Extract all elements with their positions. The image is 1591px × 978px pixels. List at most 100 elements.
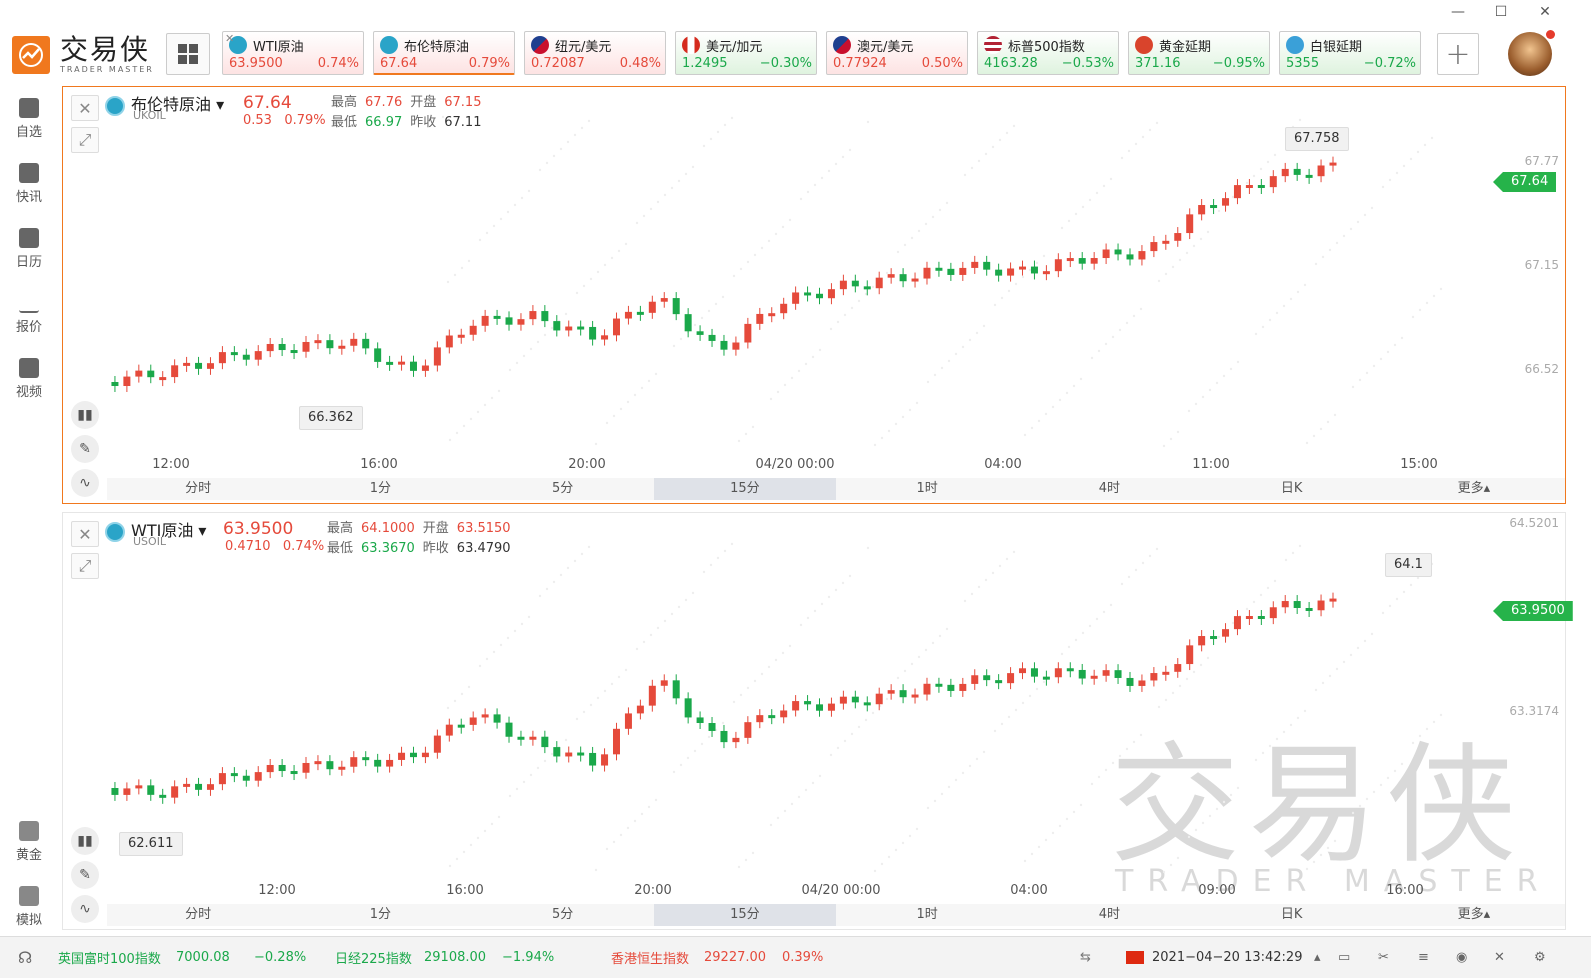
candle-body	[386, 361, 394, 365]
change: 0.53 0.79%	[243, 113, 326, 128]
settings-icon[interactable]: ⚙	[1534, 950, 1546, 965]
mute-icon[interactable]: ✕	[1494, 950, 1505, 965]
candle-body	[445, 724, 453, 736]
candle-body	[935, 683, 943, 687]
ticker-gold[interactable]: 黄金延期 371.16 −0.95%	[1128, 31, 1270, 75]
index-ftse-value: 7000.08	[176, 950, 230, 965]
pencil-icon[interactable]: ✎	[71, 435, 99, 463]
bookmark-icon	[19, 98, 39, 118]
close-button[interactable]: ✕	[1535, 4, 1555, 20]
close-chart-button[interactable]: ✕	[71, 95, 99, 121]
candle-body	[875, 693, 883, 705]
indicator-icon[interactable]: ▮▮	[71, 827, 99, 855]
ticker-silver[interactable]: 白银延期 5355 −0.72%	[1279, 31, 1421, 75]
candle-body	[601, 335, 609, 340]
ticker-sp500[interactable]: 标普500指数 4163.28 −0.53%	[977, 31, 1119, 75]
candle-body	[195, 362, 203, 369]
candle-body	[159, 377, 167, 381]
x-tick-label: 04:00	[1010, 883, 1047, 898]
chart-panel-wti: 64.5201 63.3174 12:00 16:00 20:00 04/20 00:00…	[62, 512, 1573, 931]
candle-body	[792, 701, 800, 711]
expand-button[interactable]: ⤢	[71, 553, 99, 579]
candle-body	[457, 724, 465, 728]
close-chart-button[interactable]: ✕	[71, 521, 99, 547]
sidebar-item-calendar[interactable]: 日历	[0, 228, 58, 270]
tab-timeframe[interactable]: 5分	[472, 904, 654, 926]
sidebar-item-gold[interactable]: 黄金	[0, 821, 58, 863]
candle-body	[983, 675, 991, 681]
last-price: 67.64	[243, 93, 292, 113]
translate-icon[interactable]: ⇆	[1080, 950, 1091, 965]
symbol-code: USOIL	[133, 535, 167, 548]
candle-body	[1269, 607, 1277, 619]
tab-timeframe[interactable]: 5分	[472, 478, 654, 500]
candle-body	[732, 737, 740, 743]
candle-body	[445, 335, 453, 348]
tab-timeframe[interactable]: 1时	[836, 478, 1018, 500]
tab-timeframe[interactable]: 1时	[836, 904, 1018, 926]
ticker-audusd[interactable]: 澳元/美元 0.77924 0.50%	[826, 31, 968, 75]
candle-body	[851, 696, 859, 703]
pencil-icon[interactable]: ✎	[71, 861, 99, 889]
tab-timeframe[interactable]: 4时	[1018, 904, 1200, 926]
tab-timeframe[interactable]: 分时	[107, 478, 289, 500]
ticker-wti[interactable]: ✕ WTI原油 63.9500 0.74%	[222, 31, 364, 75]
expand-button[interactable]: ⤢	[71, 127, 99, 153]
close-icon[interactable]: ✕	[225, 32, 234, 45]
tools-icon[interactable]: ✂	[1378, 950, 1389, 965]
ticker-usdcad[interactable]: 美元/加元 1.2495 −0.30%	[675, 31, 817, 75]
candlestick-chart[interactable]: 64.5201 63.3174 12:00 16:00 20:00 04/20 00:00…	[63, 513, 1567, 931]
tab-timeframe[interactable]: 日K	[1201, 904, 1383, 926]
candle-body	[589, 326, 597, 340]
sidebar-item-news[interactable]: 快讯	[0, 163, 58, 205]
tab-timeframe[interactable]: 1分	[289, 904, 471, 926]
x-tick-label: 12:00	[152, 457, 189, 472]
tab-timeframe[interactable]: 分时	[107, 904, 289, 926]
candle-body	[398, 752, 406, 760]
index-nikkei-name[interactable]: 日经225指数	[335, 948, 412, 967]
sidebar-item-video[interactable]: 视频	[0, 358, 58, 400]
caret-up-icon[interactable]: ▴	[1314, 950, 1321, 965]
candle-body	[350, 338, 358, 346]
indicator-icon[interactable]: ▮▮	[71, 401, 99, 429]
tab-timeframe[interactable]: 15分	[653, 478, 836, 500]
candle-body	[505, 722, 513, 737]
layout-grid-button[interactable]	[166, 33, 210, 75]
add-ticker-button[interactable]: +	[1437, 33, 1479, 75]
tab-timeframe[interactable]: 15分	[653, 904, 836, 926]
sidebar-item-quotes[interactable]: 报价	[0, 293, 58, 335]
headset-icon[interactable]: ☊	[18, 948, 32, 967]
tab-more[interactable]: 更多▴	[1383, 478, 1565, 500]
tab-timeframe[interactable]: 4时	[1018, 478, 1200, 500]
tab-more[interactable]: 更多▴	[1383, 904, 1565, 926]
chart-panel-brent: 67.77 67.15 66.52 12:00 16:00 20:00 04/20 00:0…	[62, 86, 1566, 504]
menu-icon[interactable]: ≡	[1418, 950, 1429, 965]
candle-body	[1102, 670, 1110, 676]
candle-body	[1078, 258, 1086, 264]
maximize-button[interactable]: ☐	[1491, 4, 1511, 20]
candle-body	[887, 690, 895, 694]
candle-body	[624, 713, 632, 729]
index-ftse-name[interactable]: 英国富时100指数	[58, 948, 161, 967]
ticker-nzdusd[interactable]: 纽元/美元 0.72087 0.48%	[524, 31, 666, 75]
candle-body	[971, 675, 979, 684]
trend-icon[interactable]: ∿	[71, 469, 99, 497]
sidebar-item-simulate[interactable]: 模拟	[0, 886, 58, 928]
camera-icon[interactable]: ◉	[1456, 950, 1467, 965]
trend-icon[interactable]: ∿	[71, 895, 99, 923]
index-nikkei-change: −1.94%	[502, 950, 555, 965]
candle-body	[923, 683, 931, 695]
x-tick-label: 04:00	[984, 457, 1021, 472]
minimize-button[interactable]: —	[1448, 4, 1468, 20]
tab-timeframe[interactable]: 1分	[289, 478, 471, 500]
display-icon[interactable]: ▭	[1338, 950, 1350, 965]
index-hsi-name[interactable]: 香港恒生指数	[611, 948, 689, 967]
x-tick-label: 09:00	[1198, 883, 1235, 898]
candle-body	[732, 342, 740, 350]
candle-body	[159, 794, 167, 798]
ticker-brent[interactable]: 布伦特原油 67.64 0.79%	[373, 31, 515, 75]
avatar[interactable]	[1508, 32, 1552, 76]
sidebar-item-watchlist[interactable]: 自选	[0, 98, 58, 140]
tab-timeframe[interactable]: 日K	[1201, 478, 1383, 500]
x-tick-label: 20:00	[634, 883, 671, 898]
